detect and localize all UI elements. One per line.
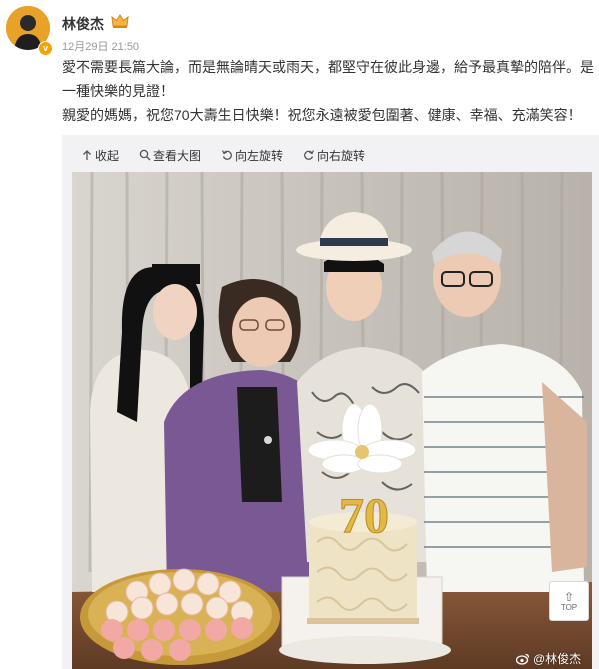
post-photo[interactable]: 70: [72, 172, 592, 669]
rotate-left-label: 向左旋转: [235, 148, 284, 163]
photo-watermark: @林俊杰: [516, 650, 581, 667]
view-large-button[interactable]: 查看大图: [139, 147, 201, 164]
post-text: 愛不需要長篇大論，而是無論晴天或雨天，都堅守在彼此身邊，給予最真摯的陪伴。是一種…: [62, 55, 594, 127]
media-container: 收起 查看大图 向左旋转 向右旋转 70: [62, 135, 599, 669]
rotate-right-icon: [304, 150, 315, 160]
rotate-left-icon: [221, 150, 232, 160]
up-arrow-icon: ⇧: [563, 589, 575, 604]
rotate-right-label: 向右旋转: [317, 148, 366, 163]
weibo-icon: [516, 653, 530, 665]
post-text-paragraph-1: 愛不需要長篇大論，而是無論晴天或雨天，都堅守在彼此身邊，給予最真摯的陪伴。是一種…: [62, 59, 594, 99]
watermark-text: @林俊杰: [533, 652, 582, 666]
rotate-right-button[interactable]: 向右旋转: [303, 147, 365, 164]
cake-topper-number: 70: [339, 487, 389, 543]
username[interactable]: 林俊杰: [62, 14, 104, 34]
verified-badge: v: [38, 41, 53, 56]
collapse-label: 收起: [95, 148, 120, 163]
collapse-icon: [83, 150, 91, 160]
zoom-icon: [139, 149, 151, 161]
back-to-top-button[interactable]: ⇧ TOP: [549, 581, 589, 621]
post-text-paragraph-2: 親愛的媽媽，祝您70大壽生日快樂！祝您永遠被愛包圍著、健康、幸福、充滿笑容！: [62, 107, 582, 123]
post-timestamp[interactable]: 12月29日 21:50: [62, 38, 139, 54]
media-toolbar: 收起 查看大图 向左旋转 向右旋转: [81, 145, 365, 165]
crown-icon: [111, 14, 129, 28]
view-large-label: 查看大图: [153, 148, 202, 163]
rotate-left-button[interactable]: 向左旋转: [221, 147, 283, 164]
back-to-top-label: TOP: [560, 602, 578, 612]
collapse-button[interactable]: 收起: [81, 147, 119, 164]
